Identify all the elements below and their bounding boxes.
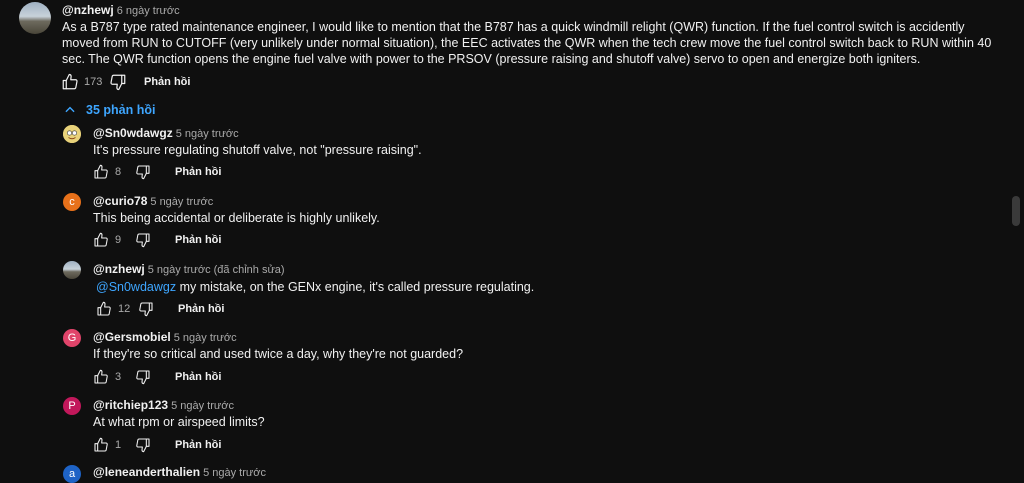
reply-text: This being accidental or deliberate is h…: [93, 210, 380, 226]
reply-author[interactable]: @Sn0wdawgz 5 ngày trước: [93, 126, 239, 140]
reply-body: If they're so critical and used twice a …: [93, 347, 464, 361]
like-icon[interactable]: [91, 435, 111, 455]
reply-button[interactable]: Phản hồi: [175, 439, 221, 451]
dislike-icon[interactable]: [133, 367, 153, 387]
like-icon[interactable]: [60, 72, 80, 92]
dislike-icon[interactable]: [133, 162, 153, 182]
reply-author[interactable]: @curio78 5 ngày trước: [93, 194, 213, 208]
reply-button[interactable]: Phản hồi: [175, 234, 221, 246]
author-name[interactable]: @curio78: [93, 194, 147, 208]
reply-author[interactable]: @Gersmobiel 5 ngày trước: [93, 330, 237, 344]
dislike-icon[interactable]: [108, 72, 128, 92]
reply-actions: 12 Phản hồi: [94, 299, 224, 319]
like-icon[interactable]: [94, 299, 114, 319]
author-name[interactable]: @nzhewj: [93, 262, 145, 276]
avatar[interactable]: [63, 261, 81, 279]
reply-body: It's pressure regulating shutoff valve, …: [93, 143, 422, 157]
comment-author[interactable]: @nzhewj 6 ngày trước: [62, 3, 180, 17]
author-name[interactable]: @leneanderthalien: [93, 465, 200, 479]
reply-author[interactable]: @ritchiep123 5 ngày trước: [93, 398, 234, 412]
avatar[interactable]: [19, 2, 51, 34]
reply-text: If they're so critical and used twice a …: [93, 346, 463, 362]
avatar-letter: P: [68, 400, 76, 412]
dislike-icon[interactable]: [133, 435, 153, 455]
avatar[interactable]: G: [63, 329, 81, 347]
avatar[interactable]: a: [63, 465, 81, 483]
scrollbar-thumb[interactable]: [1012, 196, 1020, 226]
author-name[interactable]: @Gersmobiel: [93, 330, 171, 344]
avatar-letter: c: [69, 196, 75, 208]
comment-actions: 173 Phản hồi: [60, 72, 190, 92]
reply-time[interactable]: 5 ngày trước: [176, 128, 239, 140]
reply-body: my mistake, on the GENx engine, it's cal…: [179, 280, 535, 294]
author-name[interactable]: @ritchiep123: [93, 398, 168, 412]
reply-body: This being accidental or deliberate is h…: [93, 211, 380, 225]
comment-time[interactable]: 6 ngày trước: [117, 5, 180, 17]
replies-toggle[interactable]: 35 phản hồi: [62, 100, 155, 120]
reply-time[interactable]: 5 ngày trước: [203, 467, 266, 479]
reply-text: It's pressure regulating shutoff valve, …: [93, 142, 422, 158]
like-count: 8: [115, 166, 122, 178]
reply-button[interactable]: Phản hồi: [178, 303, 224, 315]
mention-link[interactable]: @Sn0wdawgz: [96, 280, 176, 294]
chevron-up-icon: [62, 100, 78, 120]
reply-time[interactable]: 5 ngày trước: [174, 332, 237, 344]
like-icon[interactable]: [91, 367, 111, 387]
reply-button[interactable]: Phản hồi: [144, 76, 190, 88]
reply-actions: 1 Phản hồi: [91, 435, 221, 455]
like-count: 3: [115, 371, 122, 383]
like-icon[interactable]: [91, 162, 111, 182]
like-count: 9: [115, 234, 122, 246]
reply-body: At what rpm or airspeed limits?: [93, 415, 265, 429]
dislike-icon[interactable]: [133, 230, 153, 250]
avatar[interactable]: c: [63, 193, 81, 211]
avatar-letter: G: [67, 332, 77, 344]
reply-button[interactable]: Phản hồi: [175, 166, 221, 178]
like-icon[interactable]: [91, 230, 111, 250]
comment-text: As a B787 type rated maintenance enginee…: [62, 20, 992, 66]
reply-text: @Sn0wdawgz my mistake, on the GENx engin…: [96, 279, 534, 295]
like-count: 12: [118, 303, 131, 315]
reply-text: At what rpm or airspeed limits?: [93, 414, 265, 430]
reply-time[interactable]: 5 ngày trước: [171, 400, 234, 412]
reply-button[interactable]: Phản hồi: [175, 371, 221, 383]
reply-author[interactable]: @nzhewj 5 ngày trước (đã chỉnh sửa): [93, 262, 285, 276]
scrollbar[interactable]: [1008, 0, 1024, 475]
avatar[interactable]: P: [63, 397, 81, 415]
reply-author[interactable]: @leneanderthalien 5 ngày trước: [93, 465, 266, 479]
reply-actions: 3 Phản hồi: [91, 367, 221, 387]
reply-time[interactable]: 5 ngày trước (đã chỉnh sửa): [148, 264, 285, 276]
reply-actions: 9 Phản hồi: [91, 230, 221, 250]
dislike-icon[interactable]: [136, 299, 156, 319]
reply-actions: 8 Phản hồi: [91, 162, 221, 182]
reply-time[interactable]: 5 ngày trước: [150, 196, 213, 208]
author-name[interactable]: @nzhewj: [62, 3, 114, 17]
avatar-letter: a: [68, 468, 76, 480]
avatar[interactable]: [63, 125, 81, 143]
like-count: 173: [84, 76, 103, 88]
author-name[interactable]: @Sn0wdawgz: [93, 126, 173, 140]
replies-count[interactable]: 35 phản hồi: [86, 103, 155, 117]
like-count: 1: [115, 439, 122, 451]
